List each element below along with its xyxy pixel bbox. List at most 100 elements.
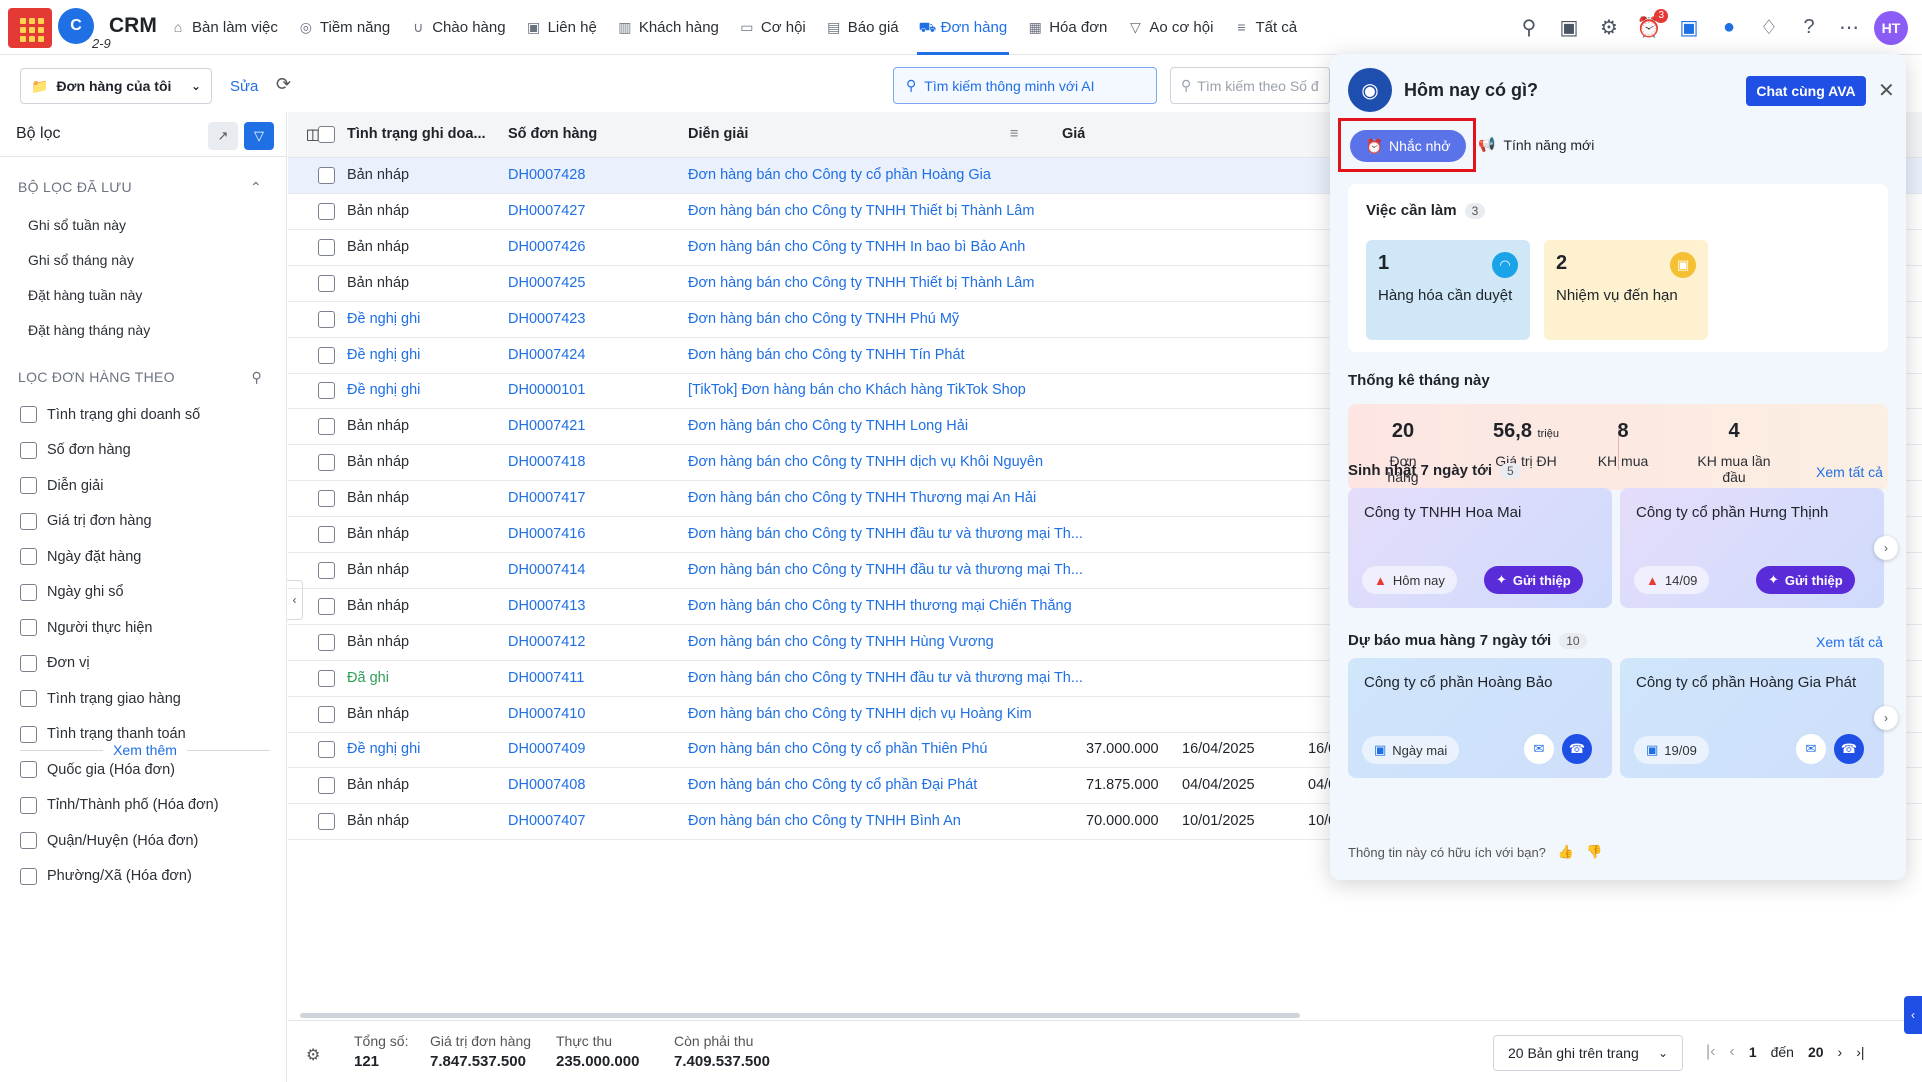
header-status[interactable]: Tình trạng ghi doa...: [347, 126, 486, 142]
birthday-card[interactable]: Công ty TNHH Hoa Mai ▲ Hôm nay ✦ Gửi thiệp: [1348, 488, 1612, 608]
nav-item-10[interactable]: ≡ Tất cả: [1223, 0, 1307, 55]
row-checkbox[interactable]: [318, 777, 335, 795]
cell-description[interactable]: Đơn hàng bán cho Công ty TNHH Thiết bị T…: [688, 275, 1034, 291]
saved-filter-item[interactable]: Ghi sổ tháng này: [0, 242, 286, 277]
cell-order-number[interactable]: DH0007416: [508, 526, 585, 542]
cell-order-number[interactable]: DH0007410: [508, 706, 585, 722]
nav-item-0[interactable]: ⌂ Bàn làm việc: [160, 0, 288, 55]
filter-checkbox[interactable]: [20, 619, 37, 637]
filter-icon[interactable]: ▽: [244, 122, 274, 150]
send-card-button[interactable]: ✦ Gửi thiệp: [1756, 566, 1855, 594]
next-arrow-icon[interactable]: ›: [1874, 536, 1898, 560]
nav-item-9[interactable]: ▽ Ao cơ hội: [1117, 0, 1223, 55]
thumbs-up-icon[interactable]: 👍: [1558, 844, 1574, 860]
user-avatar[interactable]: HT: [1874, 10, 1908, 45]
cell-order-number[interactable]: DH0007417: [508, 490, 585, 506]
cell-description[interactable]: Đơn hàng bán cho Công ty TNHH đầu tư và …: [688, 670, 1083, 686]
row-checkbox[interactable]: [318, 490, 335, 508]
cell-order-number[interactable]: DH0007426: [508, 239, 585, 255]
store-icon[interactable]: ▣: [1674, 13, 1704, 43]
nav-item-4[interactable]: ▥ Khách hàng: [607, 0, 729, 55]
filter-checkbox[interactable]: [20, 441, 37, 459]
filter-option[interactable]: Đơn vị: [0, 646, 286, 682]
cell-description[interactable]: Đơn hàng bán cho Công ty TNHH Long Hải: [688, 418, 968, 434]
tab-new-features[interactable]: 📢 Tính năng mới: [1478, 136, 1594, 153]
row-checkbox[interactable]: [318, 669, 335, 687]
next-arrow-icon[interactable]: ›: [1874, 706, 1898, 730]
column-filter-icon[interactable]: ≡: [1010, 126, 1018, 142]
nav-item-8[interactable]: ▦ Hóa đơn: [1017, 0, 1117, 55]
cell-description[interactable]: Đơn hàng bán cho Công ty TNHH thương mại…: [688, 598, 1072, 614]
alarm-clock-icon[interactable]: ⏰ 3: [1634, 8, 1668, 43]
view-selector[interactable]: 📁 Đơn hàng của tôi ⌄: [20, 68, 212, 104]
filter-checkbox[interactable]: [20, 548, 37, 566]
summary-settings-icon[interactable]: ⚙: [306, 1045, 320, 1065]
first-page-icon[interactable]: |‹: [1706, 1043, 1715, 1061]
todo-item-goods-approval[interactable]: 1 Hàng hóa cần duyệt ◠: [1366, 240, 1530, 340]
cell-description[interactable]: Đơn hàng bán cho Công ty cổ phần Thiên P…: [688, 741, 987, 757]
saved-filter-item[interactable]: Đặt hàng tháng này: [0, 312, 286, 347]
cell-order-number[interactable]: DH0007425: [508, 275, 585, 291]
filter-checkbox[interactable]: [20, 761, 37, 779]
cell-description[interactable]: Đơn hàng bán cho Công ty cổ phần Hoàng G…: [688, 167, 991, 183]
todo-item-due-tasks[interactable]: 2 Nhiệm vụ đến hạn ▣: [1544, 240, 1708, 340]
more-icon[interactable]: ⋯: [1834, 13, 1864, 43]
row-checkbox[interactable]: [318, 561, 335, 579]
row-checkbox[interactable]: [318, 526, 335, 543]
cell-description[interactable]: Đơn hàng bán cho Công ty TNHH đầu tư và …: [688, 562, 1083, 578]
filter-option[interactable]: Tình trạng giao hàng: [0, 681, 286, 717]
filter-option[interactable]: Quận/Huyện (Hóa đơn): [0, 823, 286, 859]
forecast-card[interactable]: Công ty cổ phần Hoàng Gia Phát ▣ 19/09 ✉ …: [1620, 658, 1884, 778]
filter-checkbox[interactable]: [20, 796, 37, 814]
filter-checkbox[interactable]: [20, 583, 37, 601]
forecast-see-all-link[interactable]: Xem tất cả: [1816, 634, 1883, 650]
filter-checkbox[interactable]: [20, 406, 37, 424]
header-order-number[interactable]: Số đơn hàng: [508, 126, 597, 142]
birthday-see-all-link[interactable]: Xem tất cả: [1816, 464, 1883, 480]
side-panel-toggle[interactable]: ‹: [1904, 996, 1922, 1034]
cell-description[interactable]: Đơn hàng bán cho Công ty cổ phần Đại Phá…: [688, 777, 977, 793]
forecast-card[interactable]: Công ty cổ phần Hoàng Bảo ▣ Ngày mai ✉ ☎: [1348, 658, 1612, 778]
cell-description[interactable]: [TikTok] Đơn hàng bán cho Khách hàng Tik…: [688, 382, 1026, 398]
help-icon[interactable]: ?: [1794, 13, 1824, 43]
phone-icon[interactable]: ☎: [1834, 734, 1864, 764]
last-page-icon[interactable]: ›|: [1856, 1044, 1864, 1060]
filter-checkbox[interactable]: [20, 832, 37, 850]
cell-description[interactable]: Đơn hàng bán cho Công ty TNHH dịch vụ Kh…: [688, 454, 1043, 470]
row-checkbox[interactable]: [318, 274, 335, 292]
ai-search-input[interactable]: ⚲ Tìm kiếm thông minh với AI: [893, 67, 1157, 104]
filter-option[interactable]: Tình trạng ghi doanh số: [0, 397, 286, 433]
bell-icon[interactable]: ♢: [1754, 13, 1784, 43]
chat-ava-button[interactable]: Chat cùng AVA: [1746, 76, 1866, 106]
filter-option[interactable]: Diễn giải: [0, 468, 286, 504]
birthday-card[interactable]: Công ty cổ phần Hưng Thịnh ▲ 14/09 ✦ Gửi t…: [1620, 488, 1884, 608]
search-icon[interactable]: ⚲: [251, 369, 262, 386]
phone-icon[interactable]: ☎: [1562, 734, 1592, 764]
cell-order-number[interactable]: DH0007413: [508, 598, 585, 614]
filter-checkbox[interactable]: [20, 867, 37, 885]
app-launcher-icon[interactable]: [8, 7, 52, 48]
email-icon[interactable]: ✉: [1796, 734, 1826, 764]
close-icon[interactable]: ✕: [1878, 78, 1895, 103]
row-checkbox[interactable]: [318, 418, 335, 436]
cell-order-number[interactable]: DH0007423: [508, 311, 585, 327]
filter-option[interactable]: Tỉnh/Thành phố (Hóa đơn): [0, 788, 286, 824]
page-size-select[interactable]: 20 Bản ghi trên trang ⌄: [1493, 1035, 1683, 1071]
row-checkbox[interactable]: [318, 813, 335, 831]
gear-icon[interactable]: ⚙: [1594, 13, 1624, 43]
row-checkbox[interactable]: [318, 741, 335, 759]
cell-order-number[interactable]: DH0007407: [508, 813, 585, 829]
header-description[interactable]: Diễn giải: [688, 126, 748, 142]
prev-page-icon[interactable]: ‹: [1729, 1043, 1734, 1061]
see-more-link[interactable]: Xem thêm: [20, 738, 270, 762]
cell-description[interactable]: Đơn hàng bán cho Công ty TNHH Thiết bị T…: [688, 203, 1034, 219]
row-checkbox[interactable]: [318, 454, 335, 472]
nav-item-2[interactable]: ∪ Chào hàng: [400, 0, 515, 55]
search-icon[interactable]: ⚲: [1514, 13, 1544, 43]
cell-order-number[interactable]: DH0000101: [508, 382, 585, 398]
cell-description[interactable]: Đơn hàng bán cho Công ty TNHH Tín Phát: [688, 347, 965, 363]
row-checkbox[interactable]: [318, 633, 335, 651]
horizontal-scrollbar[interactable]: [300, 1013, 1300, 1018]
next-page-icon[interactable]: ›: [1838, 1044, 1843, 1060]
filter-checkbox[interactable]: [20, 654, 37, 672]
